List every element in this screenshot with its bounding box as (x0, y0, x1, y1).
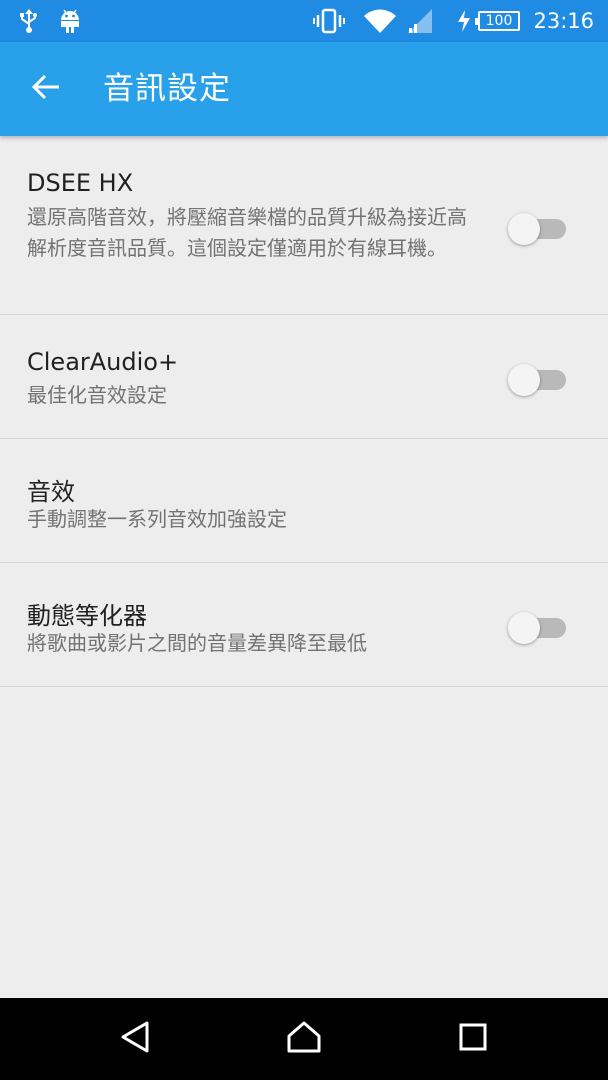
navigation-bar (0, 998, 608, 1080)
page-title: 音訊設定 (103, 71, 231, 107)
dynamic-normalizer-toggle[interactable] (508, 607, 568, 644)
dsee-hx-toggle[interactable] (508, 208, 568, 245)
setting-summary: 最佳化音效設定 (27, 383, 167, 407)
nav-back-button[interactable] (90, 998, 180, 1080)
usb-icon (18, 0, 40, 42)
status-bar: 100 23:16 (0, 0, 608, 42)
setting-dsee-hx[interactable]: DSEE HX 還原高階音效，將壓縮音樂檔的品質升級為接近高解析度音訊品質。這個… (0, 136, 608, 315)
android-icon (58, 0, 82, 42)
cell-signal-icon (407, 0, 433, 42)
nav-recents-button[interactable] (428, 998, 518, 1080)
screen: 100 23:16 音訊設定 DSEE HX 還原高階音效，將壓縮音樂檔的品質升… (0, 0, 608, 1080)
charging-icon (456, 0, 472, 42)
setting-summary: 將歌曲或影片之間的音量差異降至最低 (27, 631, 367, 655)
toggle-thumb (508, 364, 540, 396)
setting-title: ClearAudio+ (27, 348, 179, 376)
setting-summary: 手動調整一系列音效加強設定 (27, 507, 287, 531)
vibrate-icon (313, 0, 345, 42)
arrow-back-icon (31, 74, 61, 104)
battery-icon: 100 (475, 11, 520, 31)
setting-title: DSEE HX (27, 169, 134, 197)
back-triangle-icon (119, 1020, 151, 1058)
settings-list: DSEE HX 還原高階音效，將壓縮音樂檔的品質升級為接近高解析度音訊品質。這個… (0, 136, 608, 687)
nav-home-button[interactable] (259, 998, 349, 1080)
toggle-thumb (508, 612, 540, 644)
back-button[interactable] (18, 65, 74, 113)
clearaudio-toggle[interactable] (508, 359, 568, 396)
setting-title: 動態等化器 (27, 602, 147, 630)
app-bar: 音訊設定 (0, 42, 608, 136)
home-icon (286, 1020, 322, 1058)
setting-sound-effects[interactable]: 音效 手動調整一系列音效加強設定 (0, 439, 608, 563)
clock: 23:16 (533, 9, 594, 33)
setting-clearaudio[interactable]: ClearAudio+ 最佳化音效設定 (0, 315, 608, 439)
recents-icon (458, 1022, 488, 1056)
toggle-thumb (508, 213, 540, 245)
setting-dynamic-normalizer[interactable]: 動態等化器 將歌曲或影片之間的音量差異降至最低 (0, 563, 608, 687)
setting-summary: 還原高階音效，將壓縮音樂檔的品質升級為接近高解析度音訊品質。這個設定僅適用於有線… (27, 205, 467, 260)
wifi-icon (363, 0, 397, 42)
setting-title: 音效 (27, 478, 75, 506)
